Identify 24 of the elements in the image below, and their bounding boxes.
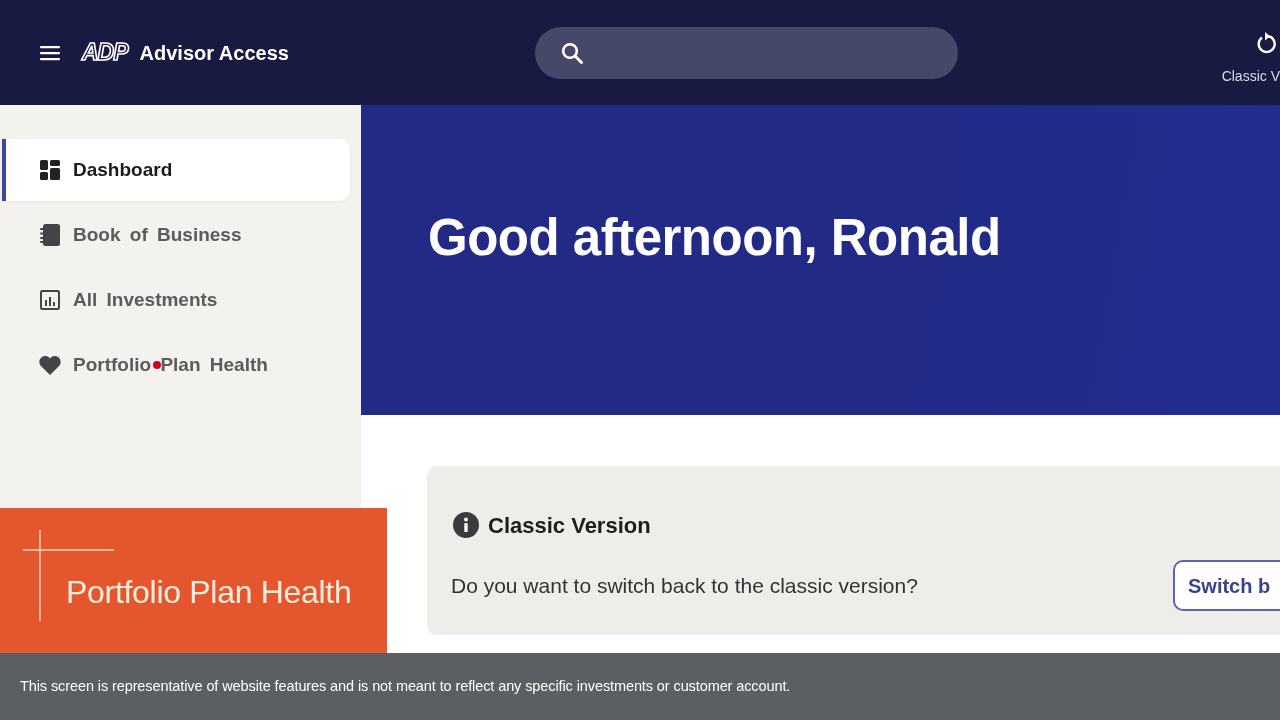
classic-view-button[interactable]: Classic V <box>1221 18 1280 87</box>
cursor-dot-icon <box>153 361 161 369</box>
overlay-title: Portfolio Plan Health <box>66 573 353 612</box>
notebook-icon <box>40 224 60 246</box>
app-title: Advisor Access <box>139 40 289 66</box>
search-field[interactable] <box>535 26 958 79</box>
heart-icon <box>39 355 61 375</box>
circular-arrow-icon <box>1256 32 1276 54</box>
greeting-heading: Good afternoon, Ronald <box>428 212 1001 263</box>
menu-button[interactable] <box>40 44 60 61</box>
dashboard-grid-icon <box>40 160 60 180</box>
sidebar-item[interactable]: Book of Business <box>2 204 350 266</box>
search-icon <box>561 41 583 64</box>
info-icon <box>453 512 479 538</box>
sidebar-item[interactable]: All Investments <box>2 269 350 331</box>
sidebar-item[interactable]: Portfolio Plan Health <box>2 334 350 396</box>
switch-button[interactable]: Switch b <box>1173 560 1280 611</box>
logo[interactable]: ADP <box>82 41 128 64</box>
bar-chart-icon <box>40 290 60 310</box>
card-title: Classic Version <box>488 511 651 540</box>
disclaimer-text: This screen is representative of website features and is not meant to reflect any specific investments or customer account. <box>20 676 791 696</box>
card-message: Do you want to switch back to the classic version? <box>451 572 918 599</box>
menu-icon <box>40 44 60 61</box>
sidebar-item[interactable]: Dashboard <box>2 139 350 201</box>
